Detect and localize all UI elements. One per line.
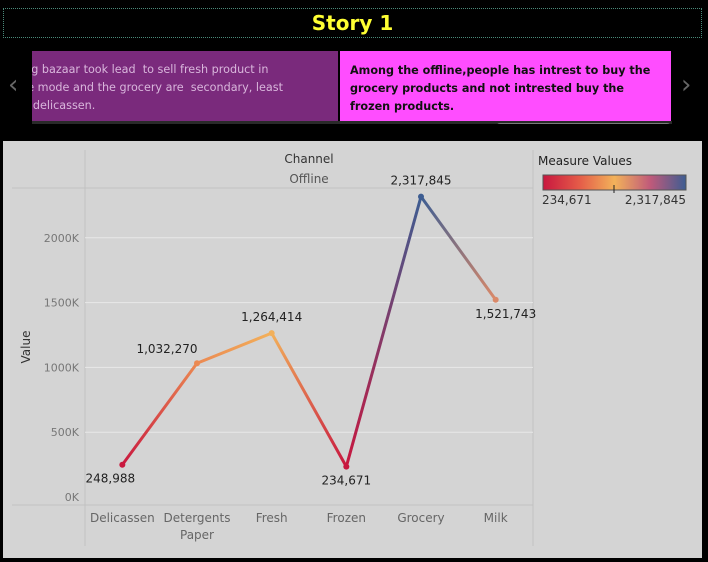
legend-title: Measure Values xyxy=(538,154,632,168)
data-point xyxy=(194,360,200,367)
x-tick-label: Frozen xyxy=(327,511,366,525)
x-tick-label: Detergents xyxy=(164,511,231,525)
legend-max-label: 2,317,845 xyxy=(625,193,686,207)
story-scrollbar-thumb[interactable] xyxy=(496,123,671,124)
line-chart: Channel Offline Value 0K 500K 1000K 1500K 20… xyxy=(12,150,687,546)
data-point xyxy=(119,461,126,468)
x-tick-label: Grocery xyxy=(397,511,444,525)
x-tick-label: Fresh xyxy=(256,511,288,525)
data-point xyxy=(418,193,424,200)
story-title: Story 1 xyxy=(311,11,394,35)
column-header-value: Offline xyxy=(289,172,328,186)
data-label: 234,671 xyxy=(322,474,372,488)
line-segment xyxy=(270,331,348,469)
next-point-chevron-icon[interactable]: › xyxy=(681,70,691,100)
previous-point-chevron-icon[interactable]: ‹ xyxy=(8,70,18,100)
column-header-label: Channel xyxy=(284,152,333,166)
data-point xyxy=(343,463,350,470)
data-label: 1,521,743 xyxy=(475,307,536,321)
y-axis-title: Value xyxy=(19,331,33,364)
data-label: 1,032,270 xyxy=(136,342,197,356)
data-label: 1,264,414 xyxy=(241,310,302,324)
line-segment xyxy=(344,195,423,469)
x-tick-label: Delicassen xyxy=(90,511,155,525)
data-point xyxy=(492,296,499,303)
legend-min-label: 234,671 xyxy=(542,193,592,207)
line-segment xyxy=(120,361,199,467)
story-point-previous[interactable]: e Big bazaar took lead to sell fresh pro… xyxy=(32,51,338,121)
x-tick-label: Milk xyxy=(484,511,508,525)
story-title-bar: Story 1 xyxy=(3,8,702,38)
line-segment xyxy=(419,195,498,302)
data-point xyxy=(268,330,275,337)
story-point-previous-caption: e Big bazaar took lead to sell fresh pro… xyxy=(32,63,283,112)
y-tick-label: 1000K xyxy=(44,361,80,374)
story-point-active[interactable]: Among the offline,people has intrest to … xyxy=(340,51,671,121)
line-segment xyxy=(195,331,274,365)
chart-panel: Channel Offline Value 0K 500K 1000K 1500K 20… xyxy=(3,141,702,558)
story-navigator: e Big bazaar took lead to sell fresh pro… xyxy=(32,51,672,124)
y-tick-label: 500K xyxy=(51,426,80,439)
data-label: 2,317,845 xyxy=(390,174,451,188)
x-tick-label: Paper xyxy=(180,528,214,542)
y-tick-label: 0K xyxy=(65,491,80,504)
y-tick-label: 2000K xyxy=(44,232,80,245)
y-tick-label: 1500K xyxy=(44,297,80,310)
data-label: 248,988 xyxy=(86,472,136,486)
story-point-active-caption: Among the offline,people has intrest to … xyxy=(350,64,651,113)
